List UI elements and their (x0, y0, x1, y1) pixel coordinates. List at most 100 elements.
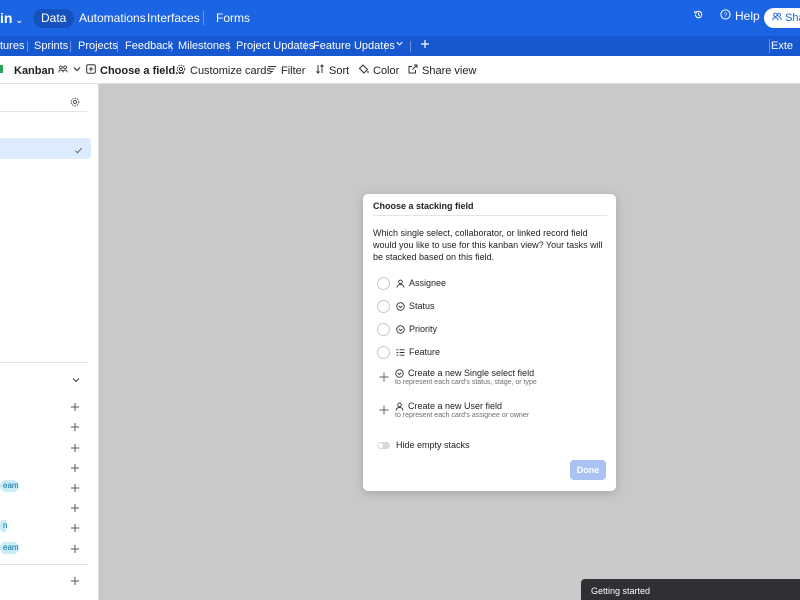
filter-icon (267, 64, 277, 77)
add-icon[interactable] (70, 400, 80, 411)
create-option-label: Create a new Single select field (395, 368, 534, 378)
add-square-icon (86, 64, 96, 77)
linked-record-icon (396, 348, 405, 357)
hide-empty-stacks-row[interactable]: Hide empty stacks (377, 440, 470, 450)
nav-interfaces[interactable]: Interfaces (139, 9, 208, 28)
sidebar-pill: eam (0, 480, 19, 492)
filter-button[interactable]: Filter (267, 64, 305, 77)
sidebar-divider (0, 564, 88, 565)
hide-empty-label: Hide empty stacks (396, 440, 470, 450)
create-single-select-option[interactable]: Create a new Single select field to repr… (379, 368, 579, 390)
color-label: Color (373, 64, 400, 77)
nav-data[interactable]: Data (33, 9, 75, 28)
option-label: Feature (409, 347, 441, 357)
tab-divider (305, 41, 306, 52)
chevron-down-icon[interactable] (395, 39, 404, 51)
chevron-down-icon: ⌄ (15, 15, 23, 25)
table-tab-feedback[interactable]: Feedback (125, 40, 173, 52)
svg-text:?: ? (724, 12, 728, 19)
view-bar: Kanban Choose a field... Customize cards… (0, 56, 800, 84)
chevron-down-icon (72, 64, 82, 77)
hide-empty-toggle[interactable] (377, 441, 390, 449)
option-label: Assignee (409, 278, 447, 288)
share-button[interactable]: Share (764, 8, 800, 28)
tables-bar: tures Sprints Projects Feedback Mileston… (0, 36, 800, 56)
nav-divider (203, 11, 204, 25)
add-icon[interactable] (70, 521, 80, 532)
help-button[interactable]: ? Help (720, 9, 760, 23)
create-option-subtext: to represent each card's status, stage, … (395, 379, 537, 386)
table-tab-features[interactable]: tures (0, 40, 24, 52)
add-icon[interactable] (70, 574, 80, 585)
sort-icon (315, 64, 325, 77)
table-tab-projects[interactable]: Projects (78, 40, 118, 52)
tab-divider (228, 41, 229, 52)
paint-bucket-icon (358, 64, 369, 77)
stacking-field-dialog: Choose a stacking field Which single sel… (363, 194, 616, 491)
tab-divider (171, 41, 172, 52)
option-feature[interactable]: Feature (377, 345, 440, 359)
create-user-option[interactable]: Create a new User field to represent eac… (379, 401, 579, 423)
choose-field-label: Choose a field... (100, 64, 185, 77)
customize-cards-button[interactable]: Customize cards (176, 64, 272, 77)
history-icon[interactable] (693, 9, 704, 20)
filter-label: Filter (281, 64, 306, 77)
sidebar-pill: n (0, 520, 7, 532)
tab-divider (27, 41, 28, 52)
sort-button[interactable]: Sort (315, 64, 349, 77)
dialog-divider (373, 215, 607, 216)
nav-forms[interactable]: Forms (208, 9, 258, 28)
single-select-icon (396, 301, 405, 311)
add-icon[interactable] (70, 420, 80, 431)
table-tab-project-updates[interactable]: Project Updates (236, 40, 314, 52)
add-icon (379, 372, 389, 382)
add-icon (379, 405, 389, 415)
settings-gear-icon[interactable] (70, 95, 80, 110)
sidebar-divider (0, 362, 88, 363)
sidebar-selected-view[interactable] (0, 138, 91, 159)
share-view-button[interactable]: Share view (408, 64, 476, 77)
choose-field-button[interactable]: Choose a field... (86, 64, 184, 77)
add-icon[interactable] (70, 501, 80, 512)
base-name[interactable]: in ⌄ (0, 10, 23, 26)
radio-button[interactable] (377, 322, 390, 336)
user-icon (396, 279, 405, 288)
extensions-button[interactable]: Exte (771, 40, 793, 52)
collaborators-icon (58, 64, 68, 77)
option-label: Status (409, 301, 435, 311)
radio-button[interactable] (377, 276, 390, 290)
color-button[interactable]: Color (358, 64, 400, 77)
option-priority[interactable]: Priority (377, 322, 437, 336)
option-assignee[interactable]: Assignee (377, 276, 446, 290)
share-icon (408, 64, 418, 77)
create-option-text: Create a new Single select field (408, 368, 535, 378)
chevron-down-icon[interactable] (71, 373, 81, 388)
radio-button[interactable] (377, 345, 390, 359)
top-bar: in ⌄ Data Automations Interfaces Forms ? … (0, 0, 800, 36)
sidebar-pill: eam (0, 542, 19, 554)
table-tab-sprints[interactable]: Sprints (34, 40, 68, 52)
add-icon[interactable] (70, 481, 80, 492)
table-tab-milestones[interactable]: Milestones (178, 40, 231, 52)
tab-divider (117, 41, 118, 52)
tab-divider (769, 39, 770, 53)
tab-divider (70, 41, 71, 52)
radio-button[interactable] (377, 299, 390, 313)
add-table-icon[interactable] (420, 39, 430, 52)
view-switcher[interactable]: Kanban (0, 64, 82, 77)
add-icon[interactable] (70, 441, 80, 452)
create-option-text: Create a new User field (408, 401, 503, 411)
check-icon (74, 143, 83, 158)
option-status[interactable]: Status (377, 299, 435, 313)
create-option-label: Create a new User field (395, 401, 502, 411)
add-icon[interactable] (70, 542, 80, 553)
sidebar-divider (0, 111, 87, 112)
getting-started-panel[interactable]: Getting started (581, 579, 800, 600)
dialog-title: Choose a stacking field (373, 201, 474, 211)
table-tab-feature-updates[interactable]: Feature Updates (313, 40, 395, 52)
dialog-description: Which single select, collaborator, or li… (373, 228, 603, 262)
done-button[interactable]: Done (570, 460, 606, 480)
share-view-label: Share view (422, 64, 477, 77)
kanban-icon (0, 64, 10, 77)
add-icon[interactable] (70, 461, 80, 472)
